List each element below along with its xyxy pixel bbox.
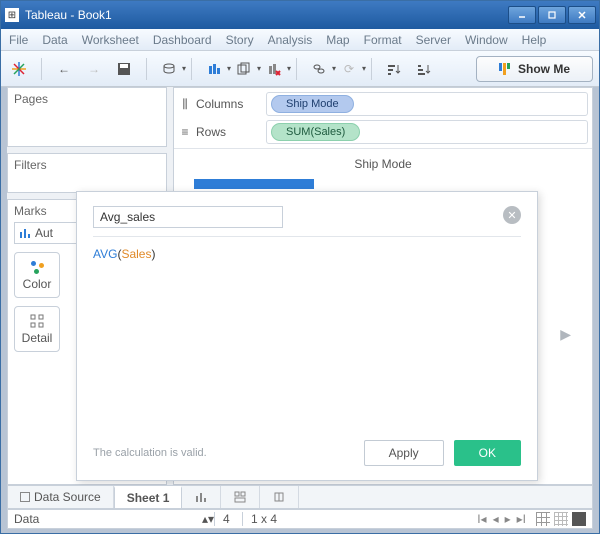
pill-ship-mode[interactable]: Ship Mode [271,95,354,113]
dashboard-icon [233,490,247,504]
new-datasource-button[interactable] [157,57,181,81]
new-dashboard-tab[interactable] [221,486,260,508]
nav-first[interactable]: I◂ [477,512,486,526]
menu-format[interactable]: Format [364,33,402,47]
view-sheet[interactable] [572,512,586,526]
status-mark-count: 4 [214,512,242,526]
sort-desc-button[interactable] [412,57,436,81]
marks-color-label: Color [23,277,52,291]
nav-last[interactable]: ▸I [517,512,526,526]
forward-button[interactable]: → [82,57,106,81]
status-field[interactable]: Data▴▾ [14,512,214,526]
menu-worksheet[interactable]: Worksheet [82,33,139,47]
worksheet-icon [194,490,208,504]
menu-window[interactable]: Window [465,33,508,47]
save-button[interactable] [112,57,136,81]
columns-shelf-label: ⫼ Columns [178,97,258,111]
calc-field: Sales [121,247,151,261]
status-dimensions: 1 x 4 [242,512,277,526]
tableau-start-icon[interactable] [7,57,31,81]
detail-icon [29,313,45,329]
show-me-button[interactable]: Show Me [476,56,593,82]
data-source-icon [20,492,30,502]
calc-name-input[interactable] [93,206,283,228]
columns-shelf[interactable]: Ship Mode [266,92,588,116]
viz-header: Ship Mode [174,149,592,179]
marks-detail-label: Detail [22,331,53,345]
pill-sum-sales[interactable]: SUM(Sales) [271,123,360,141]
back-button[interactable]: ← [52,57,76,81]
sheet-tab-bar: Data Source Sheet 1 [7,485,593,509]
data-source-tab[interactable]: Data Source [8,486,114,508]
clear-sheet-button[interactable] [262,57,286,81]
minimize-button[interactable] [508,6,536,24]
rows-shelf-label: ≡ Rows [178,125,258,139]
show-me-icon [499,63,510,75]
show-me-label: Show Me [518,62,570,76]
calc-close-button[interactable]: ✕ [503,206,521,224]
story-icon [272,490,286,504]
menu-analysis[interactable]: Analysis [268,33,313,47]
rows-icon: ≡ [178,125,192,139]
menu-help[interactable]: Help [522,33,547,47]
pages-shelf[interactable]: Pages [7,87,167,147]
divider [93,236,521,237]
color-icon [29,259,45,275]
sheet-nav: I◂ ◂ ▸ ▸I [477,512,526,526]
toolbar: ← → ⟳ Show Me [1,51,599,87]
view-sorter[interactable] [554,512,568,526]
bar-icon [19,227,31,239]
view-filmstrip[interactable] [536,512,550,526]
rows-shelf[interactable]: SUM(Sales) [266,120,588,144]
menu-data[interactable]: Data [42,33,67,47]
refresh-button[interactable]: ⟳ [337,57,361,81]
tableau-logo-icon: ⊞ [5,8,19,22]
apply-button[interactable]: Apply [364,440,444,466]
new-worksheet-button[interactable] [202,57,226,81]
maximize-button[interactable] [538,6,566,24]
editor-expand-handle[interactable]: ▶ [560,326,571,343]
menu-map[interactable]: Map [326,33,349,47]
calc-fn: AVG [93,247,117,261]
new-worksheet-tab[interactable] [182,486,221,508]
marks-detail-button[interactable]: Detail [14,306,60,352]
menu-story[interactable]: Story [226,33,254,47]
nav-prev[interactable]: ◂ [493,512,499,526]
sheet1-tab[interactable]: Sheet 1 [114,486,183,508]
filters-title: Filters [14,158,160,172]
status-bar: Data▴▾ 4 1 x 4 I◂ ◂ ▸ ▸I [7,509,593,529]
swap-button[interactable] [307,57,331,81]
dropdown-icon: ▴▾ [202,512,214,526]
menu-file[interactable]: File [9,33,28,47]
duplicate-sheet-button[interactable] [232,57,256,81]
menu-bar: File Data Worksheet Dashboard Story Anal… [1,29,599,51]
calc-formula-editor[interactable]: AVG(Sales) [93,247,521,440]
window-titlebar: ⊞ Tableau - Book1 [1,1,599,29]
window-title: Tableau - Book1 [25,8,508,22]
menu-dashboard[interactable]: Dashboard [153,33,212,47]
calc-validation-msg: The calculation is valid. [93,447,354,459]
calculation-editor: ✕ AVG(Sales) The calculation is valid. A… [76,191,538,481]
mark-type-label: Aut [35,226,53,240]
close-button[interactable] [568,6,596,24]
filters-shelf[interactable]: Filters [7,153,167,193]
ok-button[interactable]: OK [454,440,521,466]
viz-bar [194,179,314,189]
sort-asc-button[interactable] [382,57,406,81]
new-story-tab[interactable] [260,486,299,508]
marks-color-button[interactable]: Color [14,252,60,298]
menu-server[interactable]: Server [416,33,451,47]
pages-title: Pages [14,92,160,106]
nav-next[interactable]: ▸ [505,512,511,526]
columns-icon: ⫼ [178,97,192,111]
